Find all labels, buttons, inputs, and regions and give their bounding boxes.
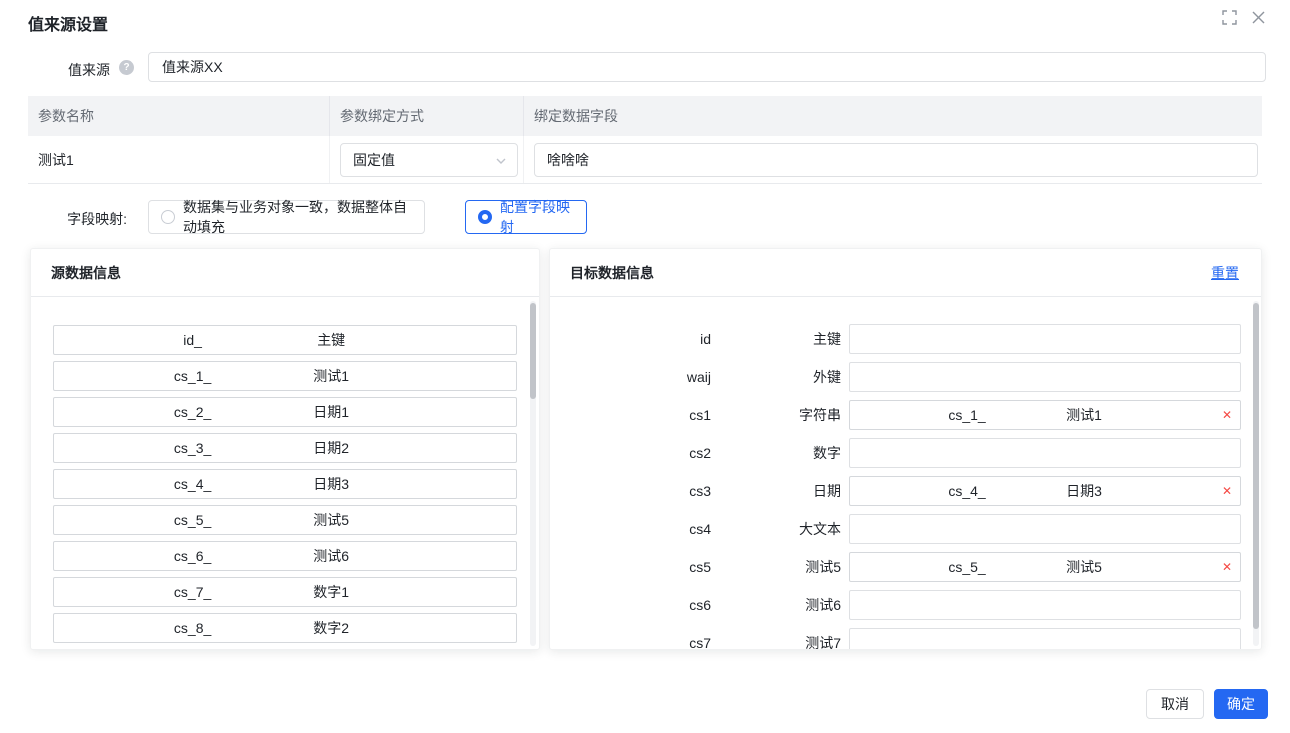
mapping-option-configure-label: 配置字段映射	[500, 197, 574, 237]
mapping-drop-box[interactable]	[849, 628, 1241, 650]
mapped-field-label: 日期3	[967, 477, 1201, 505]
mapping-drop-box[interactable]: cs_5_ 测试5 ✕	[849, 552, 1241, 582]
source-field-label: 日期3	[193, 470, 470, 498]
target-field-name: cs5	[550, 552, 711, 582]
target-field-name: cs3	[550, 476, 711, 506]
parameter-table: 参数名称 参数绑定方式 绑定数据字段 测试1 固定值	[28, 96, 1262, 184]
target-field-name: cs4	[550, 514, 711, 544]
confirm-button[interactable]: 确定	[1214, 689, 1268, 719]
target-field-type: 日期	[711, 476, 841, 506]
value-source-label: 值来源	[0, 60, 110, 80]
source-field-item[interactable]: cs_5_ 测试5	[53, 505, 517, 535]
target-field-type: 外键	[711, 362, 841, 392]
source-field-label: 数字2	[193, 614, 470, 642]
target-field-name: cs6	[550, 590, 711, 620]
target-field-name: cs2	[550, 438, 711, 468]
mapping-drop-box[interactable]	[849, 438, 1241, 468]
binding-mode-value: 固定值	[353, 150, 395, 170]
mapping-option-auto-fill[interactable]: 数据集与业务对象一致，数据整体自动填充	[148, 200, 425, 234]
source-field-label: 测试5	[193, 506, 470, 534]
target-field-row: cs4 大文本	[550, 514, 1261, 552]
target-field-type: 测试5	[711, 552, 841, 582]
target-field-row: cs6 测试6	[550, 590, 1261, 628]
target-field-name: cs7	[550, 628, 711, 650]
source-field-item[interactable]: cs_3_ 日期2	[53, 433, 517, 463]
source-field-item[interactable]: cs_6_ 测试6	[53, 541, 517, 571]
value-source-settings-dialog: 值来源设置 值来源 ? 参数名称 参数绑定方式 绑定数据字段 测试1 固定值	[0, 0, 1290, 733]
source-field-label: 日期2	[193, 434, 470, 462]
target-field-row: cs1 字符串 cs_1_ 测试1 ✕	[550, 400, 1261, 438]
close-icon[interactable]	[1251, 10, 1266, 25]
source-field-label: 测试1	[193, 362, 470, 390]
source-panel-title: 源数据信息	[31, 249, 539, 297]
mapping-drop-box[interactable]: cs_4_ 日期3 ✕	[849, 476, 1241, 506]
source-field-item[interactable]: id_ 主键	[53, 325, 517, 355]
remove-mapping-icon[interactable]: ✕	[1222, 553, 1232, 581]
source-scrollbar[interactable]	[530, 301, 536, 646]
source-data-panel: 源数据信息 id_ 主键 cs_1_ 测试1 cs_2_ 日期1 cs_3_ 日…	[30, 248, 540, 650]
remove-mapping-icon[interactable]: ✕	[1222, 401, 1232, 429]
target-field-type: 数字	[711, 438, 841, 468]
target-field-type: 大文本	[711, 514, 841, 544]
page-title: 值来源设置	[28, 11, 108, 35]
table-row: 测试1 固定值	[28, 136, 1262, 184]
mapped-field-label: 测试5	[967, 553, 1201, 581]
mapping-drop-box[interactable]	[849, 514, 1241, 544]
mapped-field-label: 测试1	[967, 401, 1201, 429]
target-field-name: id	[550, 324, 711, 354]
source-field-label: 数字1	[193, 578, 470, 606]
radio-unselected-icon[interactable]	[161, 210, 175, 224]
mapping-drop-box[interactable]	[849, 324, 1241, 354]
target-field-row: cs7 测试7	[550, 628, 1261, 650]
source-field-item[interactable]: cs_8_ 数字2	[53, 613, 517, 643]
radio-selected-icon[interactable]	[478, 210, 492, 224]
source-field-label: 主键	[193, 326, 470, 354]
target-field-row: waij 外键	[550, 362, 1261, 400]
remove-mapping-icon[interactable]: ✕	[1222, 477, 1232, 505]
target-field-name: cs1	[550, 400, 711, 430]
column-header-binding-mode: 参数绑定方式	[330, 96, 524, 136]
fullscreen-icon[interactable]	[1222, 10, 1237, 25]
cancel-button[interactable]: 取消	[1146, 689, 1204, 719]
source-field-item[interactable]: cs_7_ 数字1	[53, 577, 517, 607]
question-circle-icon[interactable]: ?	[119, 60, 134, 75]
mapping-option-auto-fill-label: 数据集与业务对象一致，数据整体自动填充	[183, 197, 412, 237]
target-field-row: cs5 测试5 cs_5_ 测试5 ✕	[550, 552, 1261, 590]
column-header-param-name: 参数名称	[28, 96, 330, 136]
param-name-cell: 测试1	[28, 136, 330, 183]
column-header-bound-field: 绑定数据字段	[524, 106, 1262, 126]
value-source-input[interactable]	[148, 52, 1266, 82]
target-field-rows: id 主键 waij 外键 cs1 字符串 cs_1_ 测试1 ✕ cs2 数字	[550, 297, 1261, 650]
target-field-row: cs2 数字	[550, 438, 1261, 476]
target-field-type: 字符串	[711, 400, 841, 430]
target-field-name: waij	[550, 362, 711, 392]
target-field-row: cs3 日期 cs_4_ 日期3 ✕	[550, 476, 1261, 514]
mapping-option-configure[interactable]: 配置字段映射	[465, 200, 587, 234]
mapping-drop-box[interactable]	[849, 590, 1241, 620]
target-panel-title: 目标数据信息	[570, 265, 654, 281]
source-field-label: 日期1	[193, 398, 470, 426]
field-mapping-label: 字段映射:	[0, 209, 127, 229]
target-field-type: 测试7	[711, 628, 841, 650]
source-field-item[interactable]: cs_2_ 日期1	[53, 397, 517, 427]
scrollbar-thumb[interactable]	[530, 303, 536, 399]
table-header-row: 参数名称 参数绑定方式 绑定数据字段	[28, 96, 1262, 136]
binding-mode-select[interactable]: 固定值	[340, 143, 518, 177]
source-field-item[interactable]: cs_4_ 日期3	[53, 469, 517, 499]
target-scrollbar[interactable]	[1253, 301, 1259, 646]
chevron-down-icon	[495, 154, 507, 170]
mapping-drop-box[interactable]	[849, 362, 1241, 392]
source-field-list: id_ 主键 cs_1_ 测试1 cs_2_ 日期1 cs_3_ 日期2 cs_…	[31, 297, 539, 643]
source-field-item[interactable]: cs_1_ 测试1	[53, 361, 517, 391]
bound-field-input[interactable]	[534, 143, 1258, 177]
source-field-label: 测试6	[193, 542, 470, 570]
mapping-drop-box[interactable]: cs_1_ 测试1 ✕	[849, 400, 1241, 430]
target-data-panel: 目标数据信息 重置 id 主键 waij 外键 cs1 字符串 cs_1_ 测试…	[549, 248, 1262, 650]
reset-link[interactable]: 重置	[1211, 249, 1239, 297]
target-field-row: id 主键	[550, 324, 1261, 362]
target-field-type: 主键	[711, 324, 841, 354]
target-field-type: 测试6	[711, 590, 841, 620]
scrollbar-thumb[interactable]	[1253, 303, 1259, 629]
